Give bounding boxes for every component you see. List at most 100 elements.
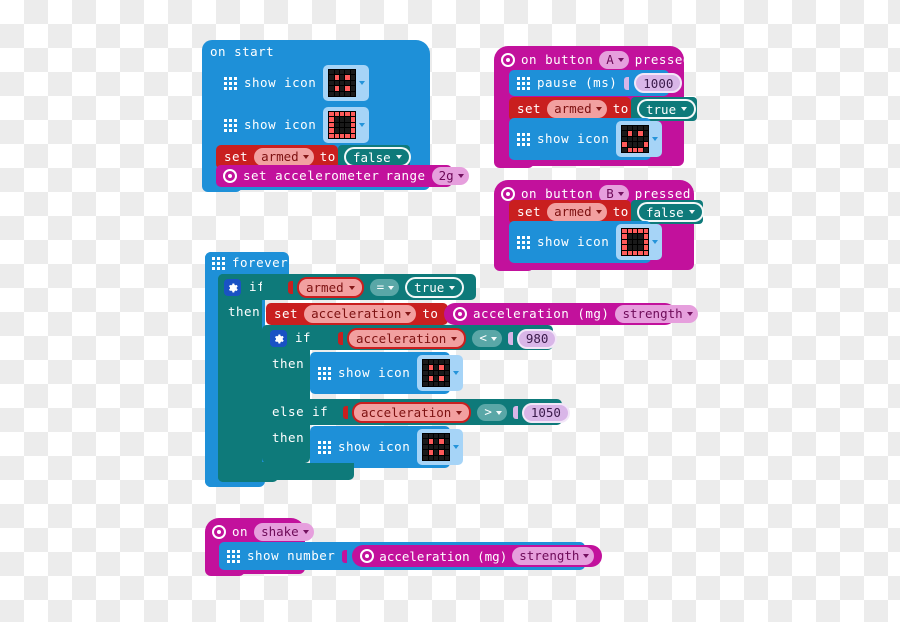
- accel-axis-dropdown[interactable]: strength: [512, 547, 595, 565]
- basic-grid-icon: [517, 235, 530, 249]
- on-button-suffix: pressed: [634, 185, 691, 201]
- boolean-false-reporter[interactable]: false: [344, 147, 411, 167]
- input-target-icon: [501, 187, 515, 201]
- chevron-down-icon[interactable]: [495, 410, 502, 415]
- chevron-down-icon[interactable]: [453, 371, 460, 375]
- forever-label-row: forever: [212, 255, 302, 272]
- value-plug: [512, 406, 518, 419]
- chevron-down-icon[interactable]: [451, 336, 458, 341]
- block-show-number[interactable]: show number acceleration (mg) strength: [219, 542, 603, 570]
- to-label: to: [612, 203, 629, 219]
- accel-range-dropdown[interactable]: 2g: [431, 167, 469, 185]
- variable-dropdown-armed[interactable]: armed: [547, 100, 607, 118]
- blocks-workspace[interactable]: on start show icon show icon set armed t…: [0, 0, 900, 622]
- mutator-gear-icon[interactable]: [224, 278, 241, 296]
- value-plug: [343, 406, 348, 419]
- chevron-down-icon[interactable]: [405, 312, 412, 316]
- chevron-down-icon[interactable]: [395, 155, 402, 159]
- operator-dropdown-less-than[interactable]: <: [472, 330, 502, 347]
- chevron-down-icon[interactable]: [388, 285, 395, 290]
- variable-reporter-armed[interactable]: armed: [297, 277, 364, 298]
- button-dropdown-a[interactable]: A: [599, 51, 629, 69]
- operator-dropdown-greater-than[interactable]: >: [477, 404, 507, 421]
- accel-range-value: 2g: [438, 167, 454, 183]
- input-target-icon: [212, 525, 226, 539]
- chevron-down-icon[interactable]: [302, 530, 309, 534]
- on-shake-hat-row: on shake: [212, 522, 342, 542]
- chevron-down-icon[interactable]: [359, 123, 366, 127]
- on-label: on: [232, 523, 249, 539]
- set-label: set: [224, 148, 249, 164]
- accel-axis-dropdown[interactable]: strength: [615, 305, 698, 323]
- operator-dropdown-equals[interactable]: =: [369, 279, 400, 296]
- icon-picker-field[interactable]: [616, 224, 663, 260]
- on-button-a-hat-row: on button A pressed: [501, 50, 690, 70]
- chevron-down-icon[interactable]: [688, 210, 695, 214]
- block-set-acceleration[interactable]: set acceleration to: [266, 303, 448, 325]
- chevron-down-icon[interactable]: [453, 445, 460, 449]
- boolean-true-reporter[interactable]: true: [405, 277, 465, 298]
- chevron-down-icon[interactable]: [490, 336, 497, 341]
- acceleration-mg-reporter[interactable]: acceleration (mg) strength: [444, 303, 698, 325]
- block-show-icon-low[interactable]: show icon: [310, 352, 464, 394]
- chevron-down-icon[interactable]: [359, 81, 366, 85]
- acceleration-mg-reporter[interactable]: acceleration (mg) strength: [352, 545, 603, 567]
- icon-picker-field[interactable]: [323, 65, 370, 101]
- led-matrix-small-diamond: [422, 433, 451, 461]
- mutator-gear-icon[interactable]: [270, 329, 287, 347]
- led-matrix-small-diamond: [422, 359, 451, 387]
- comparison-less-than-block[interactable]: acceleration < 980: [338, 328, 558, 349]
- chevron-down-icon[interactable]: [457, 174, 464, 178]
- chevron-down-icon[interactable]: [449, 285, 456, 290]
- icon-picker-field[interactable]: [417, 429, 464, 465]
- chevron-down-icon[interactable]: [681, 107, 688, 111]
- block-set-accelerometer-range[interactable]: set accelerometer range 2g: [216, 165, 469, 187]
- boolean-true-reporter[interactable]: true: [637, 99, 697, 119]
- basic-grid-icon: [224, 118, 237, 132]
- block-show-icon-start-2[interactable]: show icon: [216, 104, 370, 146]
- chevron-down-icon[interactable]: [583, 554, 590, 558]
- icon-picker-field[interactable]: [323, 107, 370, 143]
- boolean-false-reporter[interactable]: false: [637, 202, 704, 222]
- then-text: then: [272, 355, 305, 371]
- comparison-greater-than-block[interactable]: acceleration > 1050: [343, 402, 570, 423]
- chevron-down-icon[interactable]: [617, 58, 624, 62]
- basic-grid-icon: [517, 76, 530, 90]
- chevron-down-icon[interactable]: [617, 192, 624, 196]
- number-value: 1000: [643, 75, 674, 91]
- chevron-down-icon[interactable]: [348, 285, 355, 290]
- gesture-dropdown-shake[interactable]: shake: [254, 523, 314, 541]
- number-input-980[interactable]: 980: [516, 328, 558, 349]
- variable-dropdown-armed[interactable]: armed: [254, 148, 314, 166]
- variable-reporter-acceleration[interactable]: acceleration: [352, 402, 472, 423]
- if-label: if: [295, 329, 312, 345]
- button-value: A: [606, 51, 614, 67]
- chevron-down-icon[interactable]: [595, 210, 602, 214]
- then-text: then: [228, 303, 261, 319]
- variable-dropdown-acceleration[interactable]: acceleration: [304, 305, 417, 323]
- show-icon-label: show icon: [338, 438, 411, 454]
- input-target-icon: [501, 53, 515, 67]
- chevron-down-icon[interactable]: [686, 312, 693, 316]
- variable-reporter-acceleration[interactable]: acceleration: [347, 328, 467, 349]
- input-target-icon: [360, 549, 375, 563]
- block-show-icon-square-b[interactable]: show icon: [509, 221, 663, 263]
- block-show-icon-high[interactable]: show icon: [310, 426, 464, 468]
- comparison-equals-block[interactable]: armed = true: [288, 277, 474, 298]
- block-show-icon-start-1[interactable]: show icon: [216, 62, 370, 104]
- block-show-icon-happy[interactable]: show icon: [509, 118, 663, 160]
- block-pause-ms[interactable]: pause (ms) 1000: [509, 70, 683, 96]
- chevron-down-icon[interactable]: [595, 107, 602, 111]
- show-icon-label: show icon: [244, 116, 317, 132]
- chevron-down-icon[interactable]: [652, 240, 659, 244]
- chevron-down-icon[interactable]: [652, 137, 659, 141]
- accel-axis-value: strength: [519, 547, 580, 563]
- icon-picker-field[interactable]: [417, 355, 464, 391]
- number-input-1000[interactable]: 1000: [634, 73, 683, 93]
- number-input-1050[interactable]: 1050: [521, 402, 570, 423]
- basic-grid-icon: [517, 132, 530, 146]
- chevron-down-icon[interactable]: [456, 410, 463, 415]
- icon-picker-field[interactable]: [616, 121, 663, 157]
- variable-dropdown-armed[interactable]: armed: [547, 203, 607, 221]
- chevron-down-icon[interactable]: [302, 155, 309, 159]
